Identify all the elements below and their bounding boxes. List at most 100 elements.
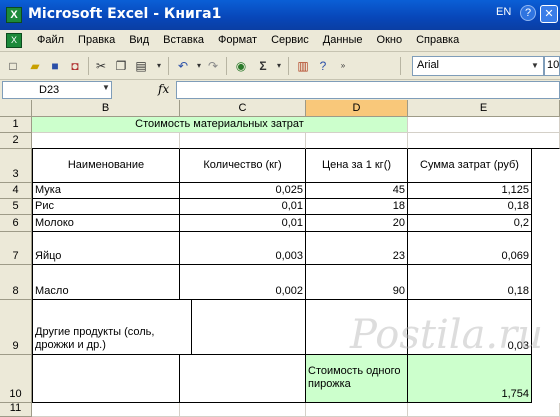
header-name-cell[interactable]: Наименование (32, 149, 180, 183)
toolbar-separator (226, 57, 227, 75)
redo-icon[interactable]: ↷ (204, 57, 222, 75)
font-size-select[interactable]: 10 (544, 56, 560, 76)
font-name-select[interactable]: Arial (412, 56, 544, 76)
item-sum-cell[interactable]: 0,2 (408, 215, 532, 232)
select-all-corner[interactable] (0, 100, 32, 117)
header-qty-cell[interactable]: Количество (кг) (180, 149, 306, 183)
item-price-cell[interactable]: 23 (306, 232, 408, 265)
item-name-cell[interactable]: Молоко (32, 215, 180, 232)
cell[interactable] (408, 117, 560, 133)
row-header[interactable]: 5 (0, 199, 32, 215)
autosum-dropdown-icon[interactable]: ▾ (270, 57, 288, 75)
chart-wizard-icon[interactable]: ▥ (294, 57, 312, 75)
cell[interactable] (408, 403, 560, 417)
permission-icon[interactable]: ◘ (66, 57, 84, 75)
menu-tools[interactable]: Сервис (264, 34, 316, 46)
toolbar-options-icon[interactable]: » (334, 57, 352, 75)
item-sum-cell[interactable]: 0,03 (408, 300, 532, 355)
toolbar-separator (400, 57, 401, 75)
cell[interactable] (180, 403, 306, 417)
item-qty-cell[interactable]: 0,025 (180, 183, 306, 199)
item-price-cell[interactable]: 18 (306, 199, 408, 215)
save-icon[interactable]: ■ (46, 57, 64, 75)
item-sum-cell[interactable]: 0,069 (408, 232, 532, 265)
cell[interactable] (306, 403, 408, 417)
cell[interactable] (180, 133, 306, 149)
menu-data[interactable]: Данные (316, 34, 370, 46)
item-sum-cell[interactable]: 1,125 (408, 183, 532, 199)
menu-insert[interactable]: Вставка (156, 34, 211, 46)
row-header[interactable]: 9 (0, 300, 32, 355)
name-box[interactable]: D23 (2, 81, 112, 99)
row-header[interactable]: 4 (0, 183, 32, 199)
chevron-down-icon[interactable]: ▼ (102, 83, 110, 92)
spreadsheet-grid: B C D E 1 2 3 4 5 6 7 8 9 10 11 Стоимост… (0, 100, 560, 417)
formula-input[interactable] (176, 81, 560, 99)
hyperlink-icon[interactable]: ◉ (232, 57, 250, 75)
toolbar-separator (168, 57, 169, 75)
cell[interactable] (180, 355, 306, 403)
total-label-cell[interactable]: Стоимость одного пирожка (306, 355, 408, 403)
cell[interactable] (32, 355, 180, 403)
sheet-title-cell[interactable]: Стоимость материальных затрат (32, 117, 408, 133)
column-header-e[interactable]: E (408, 100, 560, 117)
row-header[interactable]: 8 (0, 265, 32, 300)
menu-window[interactable]: Окно (370, 34, 410, 46)
row-header[interactable]: 3 (0, 149, 32, 183)
column-header-d[interactable]: D (306, 100, 408, 117)
copy-icon[interactable]: ❐ (112, 57, 130, 75)
row-header[interactable]: 1 (0, 117, 32, 133)
item-name-cell[interactable]: Другие продукты (соль, дрожжи и др.) (32, 300, 192, 355)
menu-edit[interactable]: Правка (71, 34, 122, 46)
new-document-icon[interactable]: □ (4, 57, 22, 75)
item-price-cell[interactable] (306, 300, 408, 355)
item-sum-cell[interactable]: 0,18 (408, 265, 532, 300)
row-header[interactable]: 6 (0, 215, 32, 232)
row-header[interactable]: 7 (0, 232, 32, 265)
total-value-cell[interactable]: 1,754 (408, 355, 532, 403)
excel-app-icon[interactable]: X (6, 7, 22, 23)
column-header-c[interactable]: C (180, 100, 306, 117)
item-price-cell[interactable]: 20 (306, 215, 408, 232)
item-qty-cell[interactable] (180, 300, 306, 355)
cell[interactable] (32, 133, 180, 149)
header-price-cell[interactable]: Цена за 1 кг() (306, 149, 408, 183)
item-qty-cell[interactable]: 0,003 (180, 232, 306, 265)
menu-view[interactable]: Вид (122, 34, 156, 46)
item-qty-cell[interactable]: 0,01 (180, 215, 306, 232)
close-button[interactable]: ✕ (540, 5, 558, 23)
header-sum-cell[interactable]: Сумма затрат (руб) (408, 149, 532, 183)
row-header[interactable]: 2 (0, 133, 32, 149)
language-indicator[interactable]: EN (496, 6, 511, 18)
item-name-cell[interactable]: Масло (32, 265, 180, 300)
row-header[interactable]: 11 (0, 402, 32, 417)
help-icon[interactable]: ? (314, 57, 332, 75)
item-sum-cell[interactable]: 0,18 (408, 199, 532, 215)
item-qty-cell[interactable]: 0,01 (180, 199, 306, 215)
item-qty-cell[interactable]: 0,002 (180, 265, 306, 300)
item-price-cell[interactable]: 90 (306, 265, 408, 300)
standard-toolbar: □ ▰ ■ ◘ ✂ ❐ ▤ ▾ ↶ ▾ ↷ ◉ Σ ▾ ▥ ? » Arial … (0, 52, 560, 80)
paste-dropdown-icon[interactable]: ▾ (150, 57, 168, 75)
menu-file[interactable]: Файл (30, 34, 71, 46)
cell[interactable] (32, 403, 180, 417)
cell[interactable] (306, 133, 408, 149)
language-help-icon[interactable]: ? (520, 5, 536, 21)
workbook-icon[interactable]: X (6, 33, 22, 48)
row-header[interactable]: 10 (0, 355, 32, 403)
column-header-b[interactable]: B (32, 100, 180, 117)
menu-format[interactable]: Формат (211, 34, 264, 46)
cut-icon[interactable]: ✂ (92, 57, 110, 75)
item-price-cell[interactable]: 45 (306, 183, 408, 199)
open-folder-icon[interactable]: ▰ (26, 57, 44, 75)
insert-function-icon[interactable]: fx (158, 82, 169, 96)
toolbar-separator (88, 57, 89, 75)
menu-help[interactable]: Справка (409, 34, 466, 46)
menu-bar: X Файл Правка Вид Вставка Формат Сервис … (0, 30, 560, 52)
item-name-cell[interactable]: Рис (32, 199, 180, 215)
chevron-down-icon[interactable]: ▼ (528, 57, 542, 75)
item-name-cell[interactable]: Яйцо (32, 232, 180, 265)
paste-icon[interactable]: ▤ (132, 57, 150, 75)
cell[interactable] (408, 133, 560, 149)
item-name-cell[interactable]: Мука (32, 183, 180, 199)
